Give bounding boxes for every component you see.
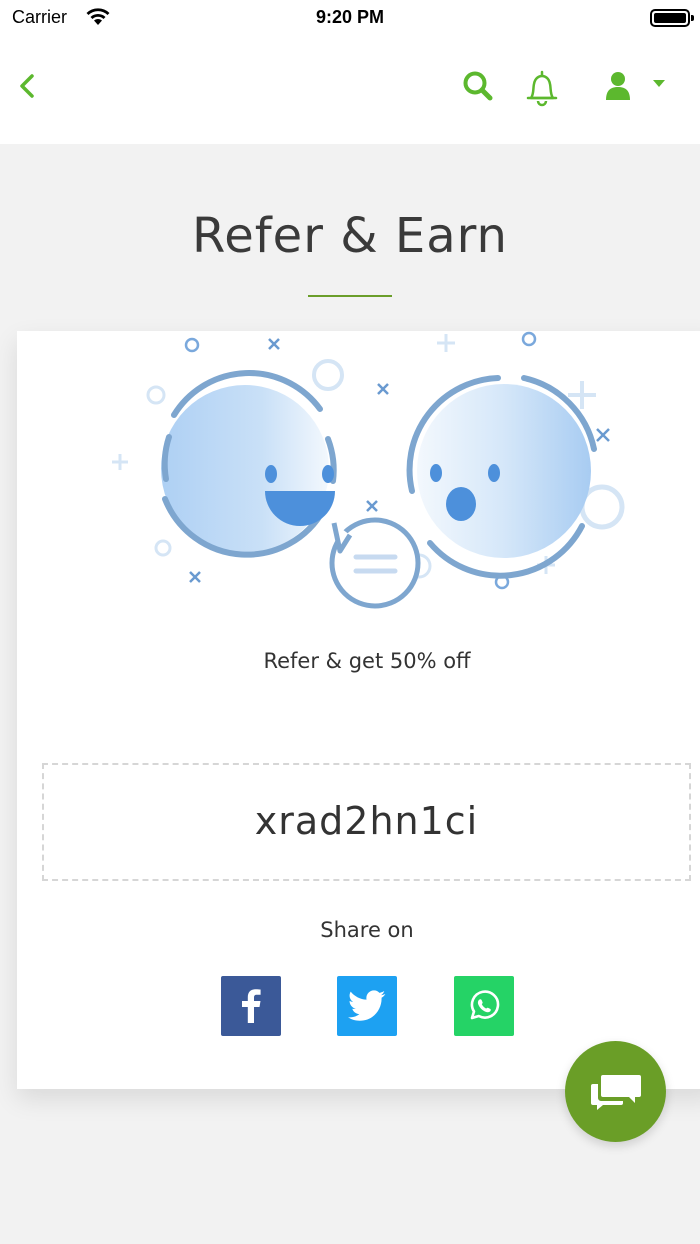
back-button[interactable]: [14, 72, 42, 100]
app-header: [0, 36, 700, 144]
notifications-button[interactable]: [522, 68, 562, 108]
caret-down-icon: [653, 80, 665, 87]
share-label: Share on: [320, 918, 414, 942]
status-bar: Carrier 9:20 PM: [0, 0, 700, 36]
account-menu-button[interactable]: [602, 68, 672, 104]
share-whatsapp-button[interactable]: [454, 976, 514, 1036]
two-smiley-faces-chatting-illustration: [112, 331, 625, 609]
offer-text-row: Refer & get 50% off: [17, 649, 700, 673]
share-twitter-button[interactable]: [337, 976, 397, 1036]
chevron-left-icon: [20, 74, 34, 98]
offer-text: Refer & get 50% off: [263, 649, 471, 673]
facebook-icon: [242, 989, 261, 1023]
referral-code[interactable]: xrad2hn1ci: [44, 799, 689, 843]
referral-code-box[interactable]: xrad2hn1ci: [42, 763, 691, 881]
search-icon: [463, 71, 493, 101]
share-label-row: Share on: [17, 918, 700, 942]
chat-button[interactable]: [565, 1041, 666, 1142]
referral-card: Refer & get 50% off xrad2hn1ci Share on: [17, 331, 700, 1089]
chat-bubbles-icon: [590, 1074, 641, 1110]
bell-icon: [526, 70, 558, 107]
share-facebook-button[interactable]: [221, 976, 281, 1036]
whatsapp-icon: [470, 990, 500, 1020]
title-divider: [308, 295, 392, 297]
battery-icon: [650, 9, 694, 27]
twitter-icon: [348, 990, 386, 1021]
user-icon: [606, 72, 630, 100]
search-button[interactable]: [460, 68, 496, 104]
status-time: 9:20 PM: [315, 7, 385, 27]
page-title: Refer & Earn: [192, 208, 508, 264]
